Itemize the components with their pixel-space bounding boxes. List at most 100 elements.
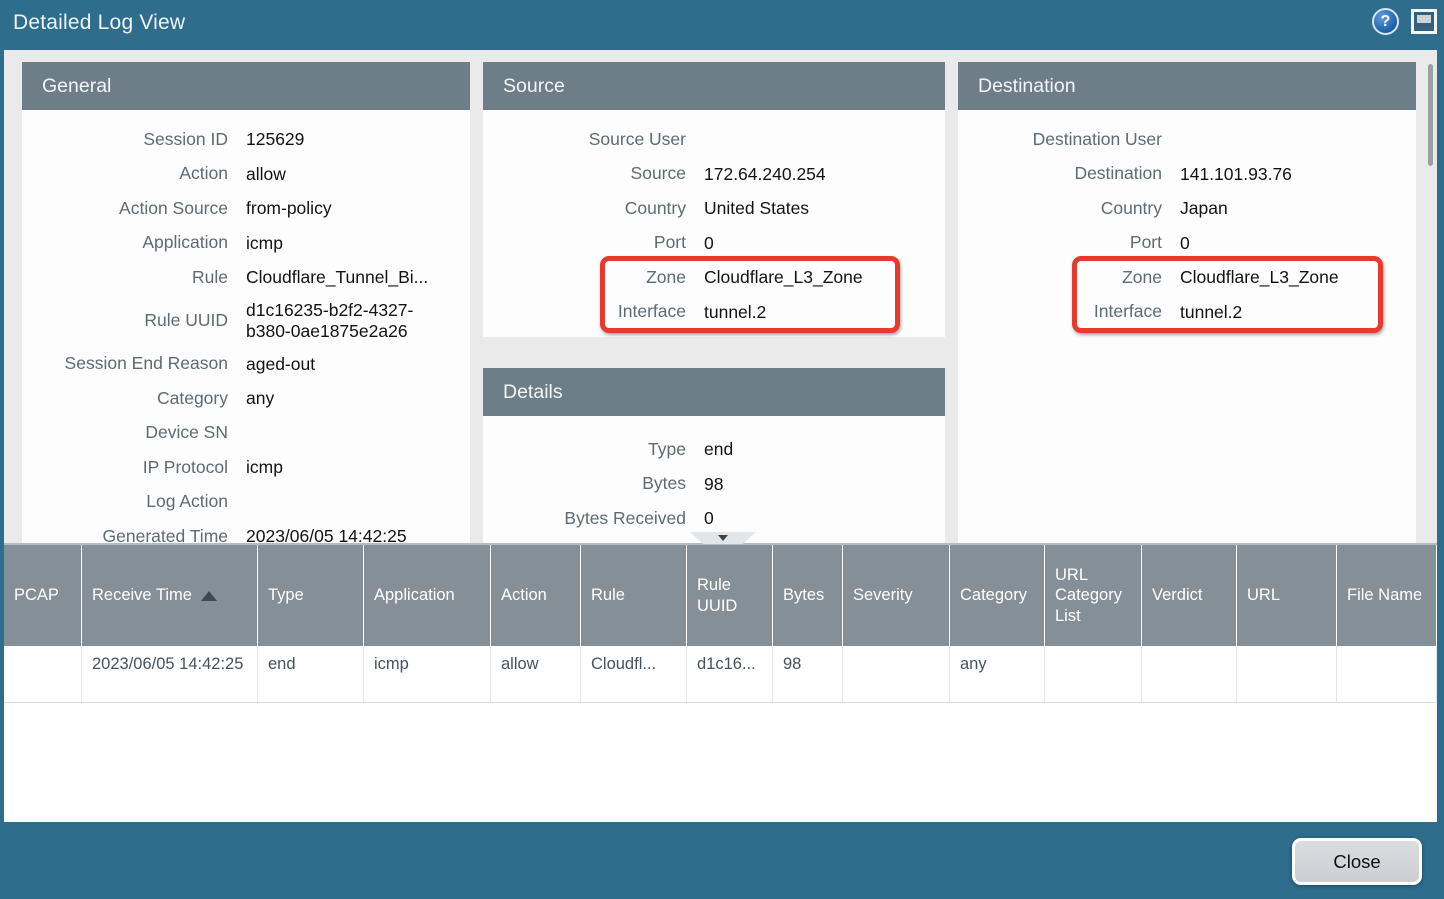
field-value: 125629 (246, 129, 304, 149)
panel-details-title: Details (483, 368, 945, 416)
field-value: aged-out (246, 354, 315, 374)
column-header-label: Severity (853, 585, 913, 606)
field-label: Bytes Received (483, 508, 686, 529)
field-label: Category (22, 388, 228, 409)
field-label: Destination User (958, 129, 1162, 150)
field-row: Destination 141.101.93.76 (958, 157, 1416, 192)
table-column-header[interactable]: File Name (1337, 545, 1437, 646)
field-label: Interface (958, 301, 1162, 322)
detail-panels-area: General Session ID 125629 Action allow A… (4, 50, 1437, 543)
field-row: Source User (483, 122, 945, 157)
field-row: Bytes 98 (483, 467, 945, 502)
table-column-header[interactable]: Category (950, 545, 1045, 646)
field-row: Rule UUID d1c16235-b2f2-4327-b380-0ae187… (22, 295, 470, 347)
field-label: Bytes (483, 473, 686, 494)
field-value: United States (704, 198, 809, 218)
field-label: Destination (958, 163, 1162, 184)
table-column-header[interactable]: Bytes (773, 545, 843, 646)
field-label: Generated Time (22, 526, 228, 543)
table-cell-severity (843, 646, 950, 702)
field-label: Zone (958, 267, 1162, 288)
field-value: Cloudflare_Tunnel_Bi... (246, 267, 428, 287)
maximize-window-icon[interactable] (1411, 9, 1437, 34)
column-header-label: Category (960, 585, 1027, 606)
field-value: icmp (246, 457, 283, 477)
column-header-label: Application (374, 585, 455, 606)
field-value: 141.101.93.76 (1180, 164, 1292, 184)
table-cell-category: any (950, 646, 1045, 702)
field-row: Type end (483, 432, 945, 467)
field-row: Rule Cloudflare_Tunnel_Bi... (22, 260, 470, 295)
field-label: Port (958, 232, 1162, 253)
field-label: Type (483, 439, 686, 460)
column-header-label: Rule (591, 585, 625, 606)
field-row: Destination User (958, 122, 1416, 157)
field-row: Session End Reason aged-out (22, 347, 470, 382)
table-column-header[interactable]: Severity (843, 545, 950, 646)
table-column-header[interactable]: Application (364, 545, 491, 646)
field-row: Generated Time 2023/06/05 14:42:25 (22, 519, 470, 543)
table-column-header[interactable]: Rule (581, 545, 687, 646)
field-value: 172.64.240.254 (704, 164, 826, 184)
table-cell-rule: Cloudfl... (581, 646, 687, 702)
log-table: PCAP Receive Time Type Application Actio… (4, 543, 1437, 822)
table-cell-url (1237, 646, 1337, 702)
column-header-label: Bytes (783, 585, 824, 606)
field-row: Category any (22, 381, 470, 416)
table-cell-file-name (1337, 646, 1437, 702)
close-button[interactable]: Close (1292, 838, 1422, 885)
field-value: allow (246, 164, 286, 184)
column-header-label: PCAP (14, 585, 59, 606)
field-row: Bytes Received 0 (483, 501, 945, 536)
field-value: Cloudflare_L3_Zone (704, 267, 863, 287)
field-row: Zone Cloudflare_L3_Zone (958, 260, 1416, 295)
field-row: Country United States (483, 191, 945, 226)
field-label: IP Protocol (22, 457, 228, 478)
field-row: Port 0 (483, 226, 945, 261)
field-value: 2023/06/05 14:42:25 (246, 526, 407, 543)
table-column-header[interactable]: Type (258, 545, 364, 646)
table-cell-url-category-list (1045, 646, 1142, 702)
title-bar: Detailed Log View ? (0, 0, 1444, 50)
field-label: Rule UUID (22, 310, 228, 331)
field-label: Action (22, 163, 228, 184)
panel-general-rows: Session ID 125629 Action allow Action So… (22, 110, 470, 543)
column-header-label: Verdict (1152, 585, 1202, 606)
field-row: Action allow (22, 157, 470, 192)
table-cell-pcap (4, 646, 82, 702)
table-column-header[interactable]: PCAP (4, 545, 82, 646)
table-column-header[interactable]: URL (1237, 545, 1337, 646)
field-label: Application (22, 232, 228, 253)
field-label: Zone (483, 267, 686, 288)
help-icon[interactable]: ? (1372, 8, 1399, 35)
field-row: Interface tunnel.2 (483, 295, 945, 330)
table-cell-type: end (258, 646, 364, 702)
table-column-header[interactable]: URL Category List (1045, 545, 1142, 646)
panel-general-title: General (22, 62, 470, 110)
field-value: 0 (1180, 233, 1190, 253)
field-label: Port (483, 232, 686, 253)
field-label: Interface (483, 301, 686, 322)
field-row: Zone Cloudflare_L3_Zone (483, 260, 945, 295)
field-row: Source 172.64.240.254 (483, 157, 945, 192)
table-cell-receive-time: 2023/06/05 14:42:25 (82, 646, 258, 702)
field-label: Country (483, 198, 686, 219)
table-column-header[interactable]: Receive Time (82, 545, 258, 646)
field-row: Log Action (22, 485, 470, 520)
panel-destination-rows: Destination User Destination 141.101.93.… (958, 110, 1416, 329)
table-column-header[interactable]: Verdict (1142, 545, 1237, 646)
column-header-label: File Name (1347, 585, 1422, 606)
field-value: any (246, 388, 274, 408)
table-row[interactable]: 2023/06/05 14:42:25endicmpallowCloudfl..… (4, 646, 1437, 703)
panel-source-rows: Source User Source 172.64.240.254 Countr… (483, 110, 945, 329)
field-row: IP Protocol icmp (22, 450, 470, 485)
column-header-label: Receive Time (92, 585, 192, 606)
sort-ascending-icon (201, 591, 217, 601)
column-header-label: Rule UUID (697, 575, 762, 616)
vertical-scrollbar-thumb[interactable] (1428, 64, 1433, 166)
table-column-header[interactable]: Rule UUID (687, 545, 773, 646)
field-label: Device SN (22, 422, 228, 443)
table-column-header[interactable]: Action (491, 545, 581, 646)
field-label: Log Action (22, 491, 228, 512)
panel-source: Source Source User Source 172.64.240.254… (483, 62, 945, 337)
